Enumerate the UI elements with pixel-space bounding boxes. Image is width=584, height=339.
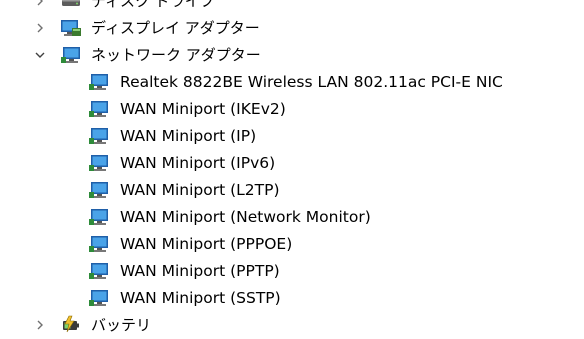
tree-item-label: Realtek 8822BE Wireless LAN 802.11ac PCI… bbox=[120, 72, 503, 91]
network-adapter-icon bbox=[88, 180, 110, 200]
tree-item-wan-pptp[interactable]: WAN Miniport (PPTP) bbox=[0, 257, 584, 284]
tree-item-label: WAN Miniport (IKEv2) bbox=[120, 99, 286, 118]
network-adapter-icon bbox=[88, 153, 110, 173]
tree-item-wan-ipv6[interactable]: WAN Miniport (IPv6) bbox=[0, 149, 584, 176]
tree-item-label: WAN Miniport (SSTP) bbox=[120, 288, 281, 307]
chevron-down-icon[interactable] bbox=[32, 41, 48, 68]
chevron-right-icon[interactable] bbox=[32, 14, 48, 41]
tree-item-wan-sstp[interactable]: WAN Miniport (SSTP) bbox=[0, 284, 584, 311]
tree-item-wan-ikev2[interactable]: WAN Miniport (IKEv2) bbox=[0, 95, 584, 122]
tree-item-label: WAN Miniport (PPTP) bbox=[120, 261, 280, 280]
tree-category-label: ネットワーク アダプター bbox=[91, 45, 261, 64]
tree-item-label: WAN Miniport (PPPOE) bbox=[120, 234, 293, 253]
tree-item-wan-ip[interactable]: WAN Miniport (IP) bbox=[0, 122, 584, 149]
tree-item-wan-network-monitor[interactable]: WAN Miniport (Network Monitor) bbox=[0, 203, 584, 230]
tree-item-label: WAN Miniport (IPv6) bbox=[120, 153, 276, 172]
tree-category-display-adapters[interactable]: ディスプレイ アダプター bbox=[0, 14, 584, 41]
tree-category-label: ディスプレイ アダプター bbox=[91, 18, 260, 37]
chevron-right-icon[interactable] bbox=[32, 311, 48, 338]
network-adapter-icon bbox=[88, 234, 110, 254]
disk-drive-icon bbox=[60, 0, 82, 11]
tree-category-battery[interactable]: バッテリ bbox=[0, 311, 584, 338]
display-adapter-icon bbox=[60, 18, 82, 38]
device-tree: ディスク ドライブ ディスプレイ アダプター ネットワーク アダプター Real… bbox=[0, 0, 584, 338]
tree-item-label: WAN Miniport (IP) bbox=[120, 126, 257, 145]
tree-item-label: WAN Miniport (Network Monitor) bbox=[120, 207, 371, 226]
tree-category-label: バッテリ bbox=[91, 315, 152, 334]
network-adapter-icon bbox=[60, 45, 82, 65]
tree-item-realtek[interactable]: Realtek 8822BE Wireless LAN 802.11ac PCI… bbox=[0, 68, 584, 95]
battery-icon bbox=[60, 315, 82, 335]
network-adapter-icon bbox=[88, 99, 110, 119]
tree-category-network-adapters[interactable]: ネットワーク アダプター bbox=[0, 41, 584, 68]
tree-category-label: ディスク ドライブ bbox=[91, 0, 215, 10]
tree-item-wan-l2tp[interactable]: WAN Miniport (L2TP) bbox=[0, 176, 584, 203]
network-adapter-icon bbox=[88, 72, 110, 92]
tree-item-label: WAN Miniport (L2TP) bbox=[120, 180, 280, 199]
network-adapter-icon bbox=[88, 261, 110, 281]
network-adapter-icon bbox=[88, 288, 110, 308]
tree-category-disk-drives[interactable]: ディスク ドライブ bbox=[0, 0, 584, 14]
tree-item-wan-pppoe[interactable]: WAN Miniport (PPPOE) bbox=[0, 230, 584, 257]
network-adapter-icon bbox=[88, 207, 110, 227]
network-adapter-icon bbox=[88, 126, 110, 146]
chevron-right-icon[interactable] bbox=[32, 0, 48, 14]
